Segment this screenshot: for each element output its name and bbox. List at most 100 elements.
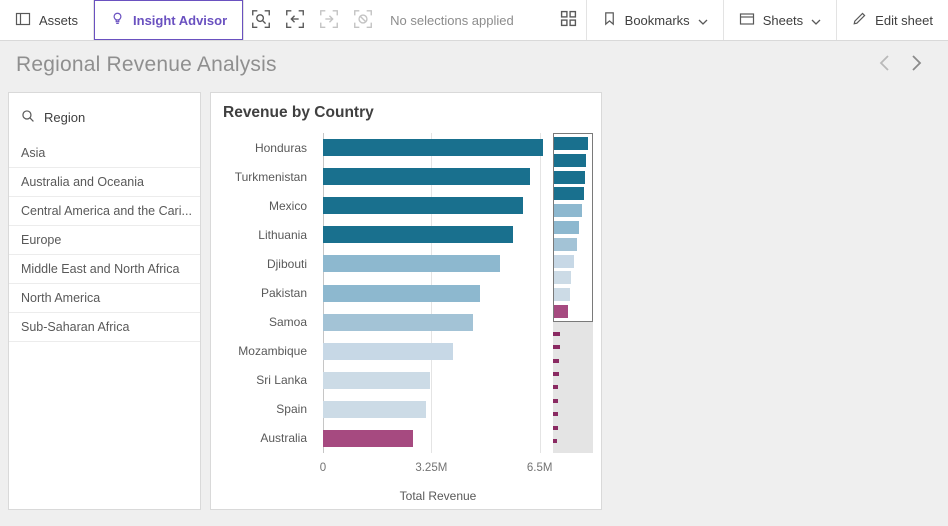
filter-item[interactable]: Middle East and North Africa <box>9 255 200 284</box>
filter-item[interactable]: Asia <box>9 139 200 168</box>
minimap-offscreen[interactable] <box>553 322 593 453</box>
sheet-header: Regional Revenue Analysis <box>0 41 948 88</box>
bar-australia[interactable] <box>323 430 413 447</box>
lightbulb-icon <box>110 11 125 29</box>
plot-area <box>323 133 553 453</box>
x-axis-title: Total Revenue <box>323 489 553 503</box>
bar-honduras[interactable] <box>323 139 543 156</box>
minimap-bar <box>554 221 579 234</box>
region-list: AsiaAustralia and OceaniaCentral America… <box>9 139 200 342</box>
y-axis-labels: HondurasTurkmenistanMexicoLithuaniaDjibo… <box>211 133 315 453</box>
bar-turkmenistan[interactable] <box>323 168 530 185</box>
bookmarks-label: Bookmarks <box>625 13 690 28</box>
minimap-bar <box>554 288 570 301</box>
bar-row <box>323 395 553 424</box>
app-grid-button[interactable] <box>552 0 586 40</box>
clear-selections-button[interactable] <box>346 0 380 40</box>
y-axis-label[interactable]: Lithuania <box>211 220 315 249</box>
bar-row <box>323 424 553 453</box>
app-grid-icon <box>560 10 577 30</box>
filter-item[interactable]: North America <box>9 284 200 313</box>
page-title: Regional Revenue Analysis <box>16 53 868 77</box>
minimap-offscreen-bar <box>553 359 559 363</box>
minimap-bar <box>554 154 586 167</box>
selection-status: No selections applied <box>380 0 524 40</box>
x-tick-label: 0 <box>320 462 326 474</box>
bar-row <box>323 133 553 162</box>
bar-sri-lanka[interactable] <box>323 372 430 389</box>
minimap-bar <box>554 171 585 184</box>
selections-tool-button[interactable] <box>244 0 278 40</box>
assets-button[interactable]: Assets <box>0 0 93 40</box>
search-icon[interactable] <box>21 109 35 126</box>
bar-spain[interactable] <box>323 401 426 418</box>
insight-advisor-label: Insight Advisor <box>133 13 227 28</box>
minimap-bar <box>554 137 588 150</box>
bar-row <box>323 337 553 366</box>
y-axis-label[interactable]: Djibouti <box>211 249 315 278</box>
filter-pane-title: Region <box>44 110 85 125</box>
chevron-down-icon <box>698 13 708 28</box>
clear-selections-icon <box>352 8 374 33</box>
revenue-by-country-chart: Revenue by Country HondurasTurkmenistanM… <box>210 92 602 510</box>
bar-row <box>323 366 553 395</box>
step-back-button[interactable] <box>278 0 312 40</box>
assets-panel-icon <box>15 11 31 30</box>
filter-pane-header: Region <box>9 93 200 139</box>
filter-item[interactable]: Europe <box>9 226 200 255</box>
bar-pakistan[interactable] <box>323 285 480 302</box>
y-axis-label[interactable]: Spain <box>211 395 315 424</box>
sheets-button[interactable]: Sheets <box>724 0 836 40</box>
minimap-bar <box>554 238 577 251</box>
y-axis-label[interactable]: Mozambique <box>211 337 315 366</box>
x-tick-label: 3.25M <box>415 462 447 474</box>
chevron-right-icon <box>911 54 922 75</box>
sheets-label: Sheets <box>763 13 803 28</box>
y-axis-label[interactable]: Mexico <box>211 191 315 220</box>
x-tick-label: 6.5M <box>527 462 553 474</box>
minimap-offscreen-bar <box>553 345 560 349</box>
chart-title: Revenue by Country <box>223 104 374 122</box>
minimap-offscreen-bar <box>553 372 559 376</box>
bookmark-icon <box>602 11 617 29</box>
minimap-offscreen-bar <box>553 385 558 389</box>
bar-lithuania[interactable] <box>323 226 513 243</box>
y-axis-label[interactable]: Pakistan <box>211 278 315 307</box>
chart-rows <box>323 133 553 453</box>
chart-scrollbar[interactable] <box>553 133 593 453</box>
toolbar: Assets Insight Advisor <box>0 0 948 41</box>
bar-mexico[interactable] <box>323 197 523 214</box>
sheets-icon <box>739 11 755 30</box>
y-axis-label[interactable]: Honduras <box>211 133 315 162</box>
step-forward-button[interactable] <box>312 0 346 40</box>
bar-djibouti[interactable] <box>323 255 500 272</box>
step-forward-icon <box>318 8 340 33</box>
bar-row <box>323 308 553 337</box>
filter-item[interactable]: Australia and Oceania <box>9 168 200 197</box>
edit-sheet-button[interactable]: Edit sheet <box>837 0 948 40</box>
minimap-viewport[interactable] <box>553 133 593 322</box>
insight-advisor-button[interactable]: Insight Advisor <box>94 0 243 40</box>
chevron-down-icon <box>811 13 821 28</box>
bar-row <box>323 278 553 307</box>
next-sheet-button[interactable] <box>900 49 932 81</box>
minimap-bar <box>554 204 582 217</box>
filter-item[interactable]: Sub-Saharan Africa <box>9 313 200 342</box>
selections-tool-icon <box>250 8 272 33</box>
bar-row <box>323 162 553 191</box>
bar-mozambique[interactable] <box>323 343 453 360</box>
prev-sheet-button[interactable] <box>868 49 900 81</box>
edit-sheet-label: Edit sheet <box>875 13 933 28</box>
y-axis-label[interactable]: Samoa <box>211 308 315 337</box>
minimap-offscreen-bar <box>553 399 558 403</box>
y-axis-label[interactable]: Turkmenistan <box>211 162 315 191</box>
y-axis-label[interactable]: Australia <box>211 424 315 453</box>
filter-item[interactable]: Central America and the Cari... <box>9 197 200 226</box>
minimap-bar <box>554 271 571 284</box>
bookmarks-button[interactable]: Bookmarks <box>587 0 723 40</box>
y-axis-label[interactable]: Sri Lanka <box>211 366 315 395</box>
minimap-offscreen-bar <box>553 332 560 336</box>
bar-samoa[interactable] <box>323 314 473 331</box>
minimap-bar <box>554 305 568 318</box>
minimap-bar <box>554 255 574 268</box>
